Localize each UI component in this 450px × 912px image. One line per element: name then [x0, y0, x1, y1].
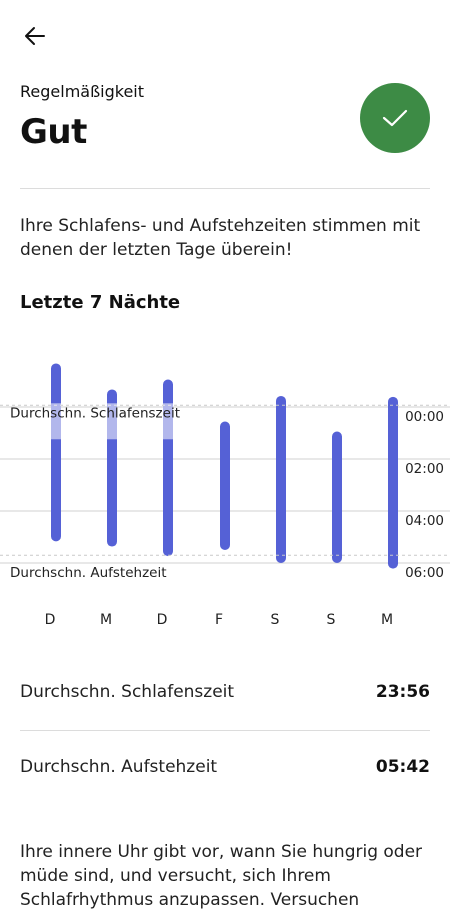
avg-sleep-chart-label: Durchschn. Schlafenszeit — [10, 405, 180, 421]
day-label: D — [45, 612, 56, 628]
avg-wake-value: 05:42 — [375, 757, 430, 777]
info-text: Ihre innere Uhr gibt vor, wann Sie hungr… — [20, 842, 423, 910]
back-button[interactable] — [20, 22, 50, 50]
divider — [20, 730, 430, 731]
y-tick-label: 04:00 — [405, 513, 444, 529]
sleep-regularity-chart: 00:00 02:00 04:00 06:00 Durchschn. Schlafens… — [0, 363, 450, 628]
description-text: Ihre Schlafens- und Aufstehzeiten stimme… — [20, 216, 421, 260]
section-title: Letzte 7 Nächte — [20, 292, 181, 313]
arrow-left-icon — [25, 27, 45, 45]
sleep-bar — [276, 395, 286, 563]
checkmark-icon — [382, 109, 408, 127]
day-label: D — [157, 612, 168, 628]
sleep-bar — [51, 363, 61, 542]
day-label: S — [327, 612, 336, 628]
avg-sleep-value: 23:56 — [375, 682, 430, 702]
avg-wake-row: Durchschn. Aufstehzeit 05:42 — [20, 757, 430, 777]
day-label: M — [381, 612, 393, 628]
sleep-bar — [388, 396, 398, 569]
sleep-bar — [220, 421, 230, 550]
day-label: F — [215, 612, 223, 628]
sleep-bar — [332, 431, 342, 563]
avg-sleep-label: Durchschn. Schlafenszeit — [20, 682, 235, 702]
status-badge — [360, 83, 430, 153]
avg-wake-label: Durchschn. Aufstehzeit — [20, 757, 218, 777]
metric-name: Regelmäßigkeit — [20, 82, 145, 101]
avg-wake-chart-label: Durchschn. Aufstehzeit — [10, 565, 167, 581]
avg-sleep-row: Durchschn. Schlafenszeit 23:56 — [20, 682, 430, 702]
metric-status: Gut — [20, 112, 87, 152]
day-label: M — [100, 612, 112, 628]
day-label: S — [271, 612, 280, 628]
y-tick-label: 06:00 — [405, 565, 444, 581]
divider — [20, 188, 430, 189]
y-tick-label: 02:00 — [405, 461, 444, 477]
y-tick-label: 00:00 — [405, 409, 444, 425]
